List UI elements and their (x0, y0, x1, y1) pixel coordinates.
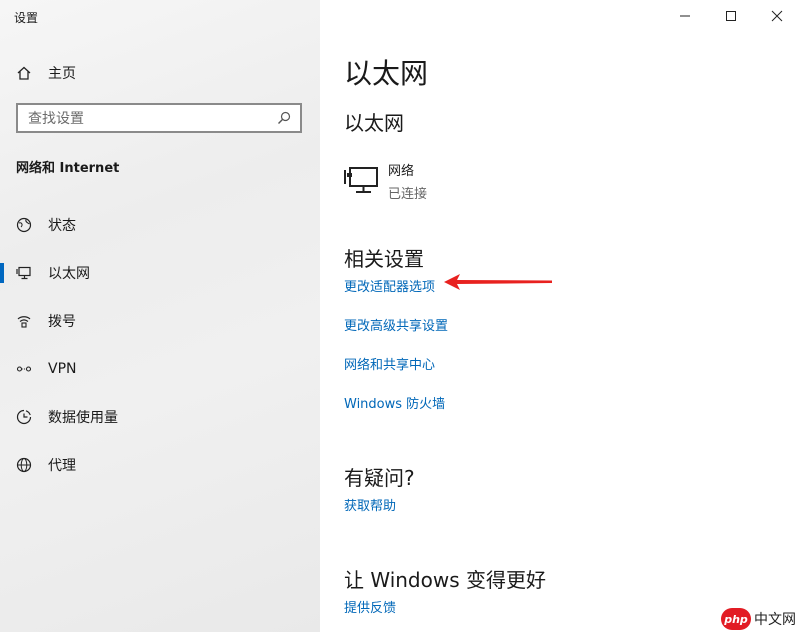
sidebar-item-data-usage[interactable]: 数据使用量 (0, 402, 320, 432)
windows-firewall-link[interactable]: Windows 防火墙 (344, 393, 445, 412)
app-title: 设置 (14, 11, 39, 25)
globe-icon (16, 457, 32, 473)
globe-status-icon (16, 217, 32, 233)
ethernet-icon (16, 265, 32, 281)
network-item[interactable]: 网络 已连接 (344, 160, 427, 202)
watermark-badge: php (721, 608, 751, 630)
maximize-button[interactable] (708, 0, 754, 32)
search-placeholder: 查找设置 (28, 111, 84, 127)
section-title: 网络和 Internet (16, 161, 120, 176)
search-input[interactable]: 查找设置 (16, 103, 302, 133)
related-settings-heading: 相关设置 (344, 247, 424, 271)
close-button[interactable] (754, 0, 800, 32)
sidebar-item-vpn[interactable]: VPN (0, 354, 320, 384)
sidebar-item-dialup[interactable]: 拨号 (0, 306, 320, 336)
change-adapter-options-link[interactable]: 更改适配器选项 (344, 276, 435, 295)
sidebar-item-home[interactable]: 主页 (0, 58, 320, 88)
sidebar-item-label: 以太网 (48, 266, 90, 282)
sidebar-item-label: VPN (48, 361, 77, 377)
sidebar-item-label: 代理 (48, 458, 76, 474)
network-sharing-center-link[interactable]: 网络和共享中心 (344, 354, 435, 373)
window-controls (662, 0, 800, 32)
close-icon (771, 10, 783, 22)
advanced-sharing-link[interactable]: 更改高级共享设置 (344, 315, 448, 334)
page-title: 以太网 (344, 57, 429, 90)
home-icon (16, 65, 32, 81)
red-arrow-annotation (444, 274, 552, 290)
dialup-icon (16, 313, 32, 329)
network-name: 网络 (388, 164, 415, 179)
search-icon (278, 111, 291, 124)
sidebar-item-label: 状态 (48, 218, 76, 234)
section-subtitle: 以太网 (344, 111, 404, 135)
data-usage-icon (16, 409, 32, 425)
sidebar-item-status[interactable]: 状态 (0, 210, 320, 240)
question-heading: 有疑问? (344, 466, 415, 490)
minimize-icon (680, 15, 690, 17)
main-content: 以太网 以太网 网络 已连接 相关设置 更改适配器选项 更改高级共享设置 网络和… (320, 0, 800, 632)
feedback-heading: 让 Windows 变得更好 (344, 568, 546, 592)
vpn-icon (16, 361, 32, 377)
minimize-button[interactable] (662, 0, 708, 32)
watermark-text: 中文网 (754, 612, 796, 628)
network-monitor-icon (344, 160, 380, 200)
network-info: 网络 已连接 (388, 160, 427, 202)
maximize-icon (726, 11, 736, 21)
get-help-link[interactable]: 获取帮助 (344, 495, 396, 514)
give-feedback-link[interactable]: 提供反馈 (344, 597, 396, 616)
sidebar: 设置 主页 查找设置 网络和 Internet 状态 以太网 拨号 VPN 数据… (0, 0, 320, 632)
network-status: 已连接 (388, 187, 428, 202)
sidebar-item-proxy[interactable]: 代理 (0, 450, 320, 480)
sidebar-item-label: 主页 (48, 66, 76, 82)
sidebar-item-ethernet[interactable]: 以太网 (0, 258, 320, 288)
sidebar-item-label: 拨号 (48, 314, 76, 330)
sidebar-item-label: 数据使用量 (48, 410, 118, 426)
watermark: php 中文网 (721, 608, 796, 630)
